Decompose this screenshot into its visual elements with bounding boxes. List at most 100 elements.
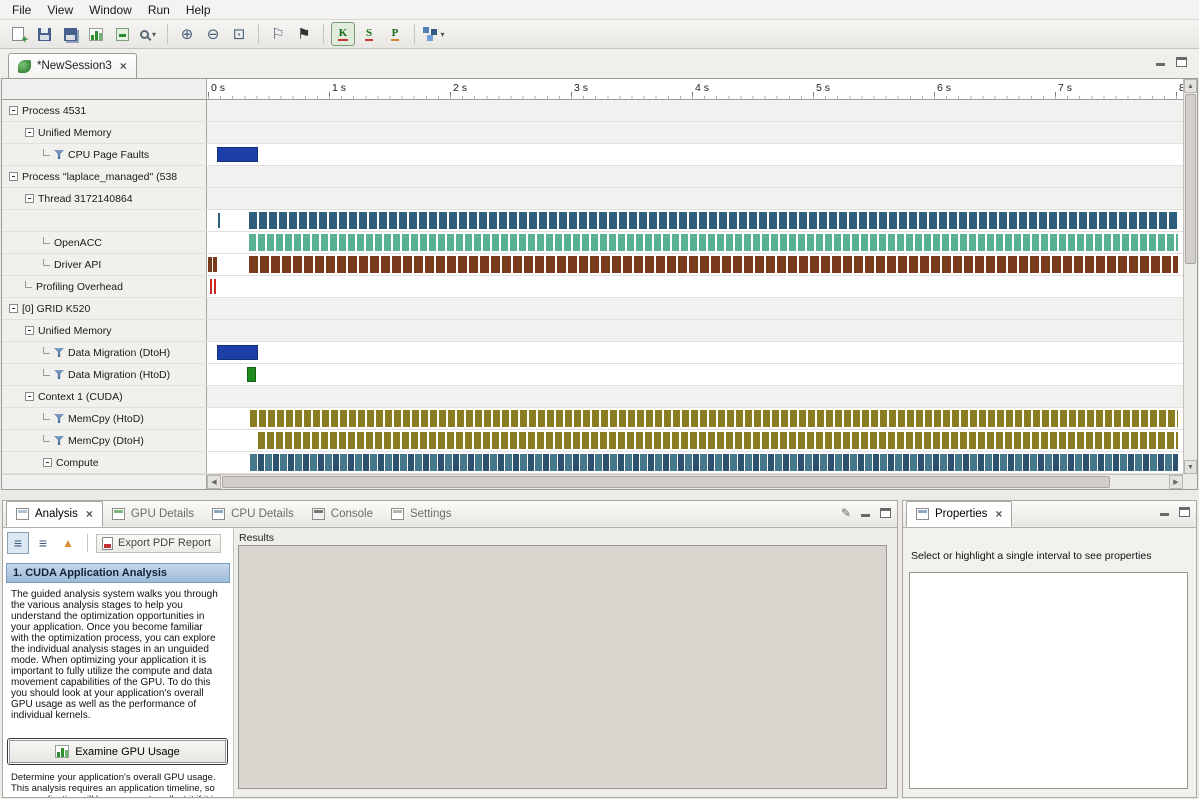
close-icon[interactable]: × <box>995 507 1002 521</box>
row-track-process-laplace[interactable] <box>207 166 1183 187</box>
row-label-process-laplace[interactable]: Process "laplace_managed" (538 <box>2 166 207 187</box>
menu-run[interactable]: Run <box>140 1 178 19</box>
horizontal-scrollbar[interactable]: ◀ ▶ <box>207 474 1183 489</box>
process-timeline-toggle[interactable]: P <box>383 22 407 46</box>
timeline-bar[interactable] <box>217 345 258 360</box>
row-track-memcpy-htod[interactable] <box>207 408 1183 429</box>
scroll-left-icon[interactable]: ◀ <box>207 475 221 489</box>
timeline-bar[interactable] <box>249 256 1178 273</box>
stream-timeline-toggle[interactable]: S <box>357 22 381 46</box>
new-session-button[interactable] <box>6 22 30 46</box>
minimize-icon[interactable] <box>860 509 871 518</box>
export-pdf-report-button[interactable]: Export PDF Report <box>96 534 221 553</box>
analysis-section-header[interactable]: 1. CUDA Application Analysis <box>6 563 230 583</box>
timeline-bar[interactable] <box>208 257 212 272</box>
timeline-bar[interactable] <box>247 367 256 382</box>
timeline-bar[interactable] <box>218 213 220 228</box>
menu-view[interactable]: View <box>39 1 81 19</box>
row-track-thread-3172140864[interactable] <box>207 188 1183 209</box>
session-tab[interactable]: *NewSession3 × <box>8 53 137 78</box>
timeline-ruler[interactable]: 0 s1 s2 s3 s4 s5 s6 s7 s8 s <box>207 79 1183 100</box>
row-track-context-1-cuda[interactable] <box>207 386 1183 407</box>
row-label-unified-memory-gpu[interactable]: Unified Memory <box>2 320 207 341</box>
tab-settings[interactable]: Settings <box>382 501 461 527</box>
import-button[interactable] <box>110 22 134 46</box>
collapse-icon[interactable] <box>9 106 18 115</box>
close-icon[interactable]: × <box>86 507 93 521</box>
analysis-up-button[interactable]: ▲ <box>57 532 79 554</box>
save-as-button[interactable] <box>58 22 82 46</box>
row-label-compute[interactable]: Compute <box>2 452 207 473</box>
menu-window[interactable]: Window <box>81 1 140 19</box>
row-track-driver-api[interactable] <box>207 254 1183 275</box>
prev-marker-button[interactable]: ⚑ <box>292 22 316 46</box>
row-label-data-migration-htod[interactable]: Data Migration (HtoD) <box>2 364 207 385</box>
vertical-scrollbar[interactable]: ▲ ▼ <box>1183 79 1197 474</box>
guided-analysis-mode-button[interactable]: ≡ <box>7 532 29 554</box>
goto-marker-button[interactable]: ⚐ <box>266 22 290 46</box>
maximize-icon[interactable] <box>1176 57 1187 67</box>
row-track-compute[interactable] <box>207 452 1183 473</box>
row-track-unified-memory-host[interactable] <box>207 122 1183 143</box>
row-label-memcpy-htod[interactable]: MemCpy (HtoD) <box>2 408 207 429</box>
tab-analysis[interactable]: Analysis× <box>6 501 103 527</box>
row-track-unified-memory-gpu[interactable] <box>207 320 1183 341</box>
unguided-analysis-mode-button[interactable]: ≡ <box>32 532 54 554</box>
examine-gpu-usage-button[interactable]: Examine GPU Usage <box>9 740 226 763</box>
row-label-memcpy-dtoh[interactable]: MemCpy (DtoH) <box>2 430 207 451</box>
tab-cpu-details[interactable]: CPU Details <box>203 501 303 527</box>
row-track-data-migration-htod[interactable] <box>207 364 1183 385</box>
row-label-openacc[interactable]: OpenACC <box>2 232 207 253</box>
row-track-grid-k520[interactable] <box>207 298 1183 319</box>
menu-help[interactable]: Help <box>178 1 219 19</box>
scroll-up-icon[interactable]: ▲ <box>1184 79 1197 93</box>
run-settings-button[interactable]: ▾ <box>136 22 160 46</box>
row-track-openacc[interactable] <box>207 232 1183 253</box>
timeline-bar[interactable] <box>210 279 212 294</box>
row-track-data-migration-dtoh[interactable] <box>207 342 1183 363</box>
timeline-bar[interactable] <box>250 410 1178 427</box>
view-menu-icon[interactable]: ✎ <box>841 507 851 519</box>
profile-application-button[interactable] <box>84 22 108 46</box>
collapse-icon[interactable] <box>25 128 34 137</box>
timeline-bar[interactable] <box>250 454 1178 471</box>
row-track-profiling-overhead[interactable] <box>207 276 1183 297</box>
timeline-bar[interactable] <box>213 257 217 272</box>
close-icon[interactable]: × <box>120 59 127 73</box>
row-label-driver-api[interactable]: Driver API <box>2 254 207 275</box>
row-label-data-migration-dtoh[interactable]: Data Migration (DtoH) <box>2 342 207 363</box>
zoom-out-button[interactable]: ⊖ <box>201 22 225 46</box>
collapse-icon[interactable] <box>43 458 52 467</box>
row-track-process-4531[interactable] <box>207 100 1183 121</box>
minimize-icon[interactable] <box>1159 508 1170 517</box>
maximize-icon[interactable] <box>880 508 891 518</box>
timeline-bar[interactable] <box>249 234 1178 251</box>
scroll-right-icon[interactable]: ▶ <box>1169 475 1183 489</box>
row-label-thread-3172140864[interactable]: Thread 3172140864 <box>2 188 207 209</box>
collapse-icon[interactable] <box>25 194 34 203</box>
timeline-bar[interactable] <box>217 147 258 162</box>
collapse-icon[interactable] <box>9 172 18 181</box>
kernel-timeline-toggle[interactable]: K <box>331 22 355 46</box>
row-track-openacc-upper[interactable] <box>207 210 1183 231</box>
menu-file[interactable]: File <box>4 1 39 19</box>
collapse-icon[interactable] <box>25 392 34 401</box>
zoom-in-button[interactable]: ⊕ <box>175 22 199 46</box>
tab-properties[interactable]: Properties × <box>906 501 1012 527</box>
guided-analysis-button[interactable]: ▾ <box>422 22 446 46</box>
row-label-process-4531[interactable]: Process 4531 <box>2 100 207 121</box>
tab-console[interactable]: Console <box>303 501 382 527</box>
timeline-bar[interactable] <box>214 279 216 294</box>
scroll-down-icon[interactable]: ▼ <box>1184 460 1197 474</box>
timeline-bar[interactable] <box>249 212 1178 229</box>
collapse-icon[interactable] <box>9 304 18 313</box>
row-label-openacc-upper[interactable] <box>2 210 207 231</box>
row-track-cpu-page-faults[interactable] <box>207 144 1183 165</box>
row-track-memcpy-dtoh[interactable] <box>207 430 1183 451</box>
row-label-grid-k520[interactable]: [0] GRID K520 <box>2 298 207 319</box>
row-label-profiling-overhead[interactable]: Profiling Overhead <box>2 276 207 297</box>
row-label-unified-memory-host[interactable]: Unified Memory <box>2 122 207 143</box>
horizontal-scroll-thumb[interactable] <box>222 476 1110 488</box>
timeline-bar[interactable] <box>258 432 1178 449</box>
tab-gpu-details[interactable]: GPU Details <box>103 501 203 527</box>
